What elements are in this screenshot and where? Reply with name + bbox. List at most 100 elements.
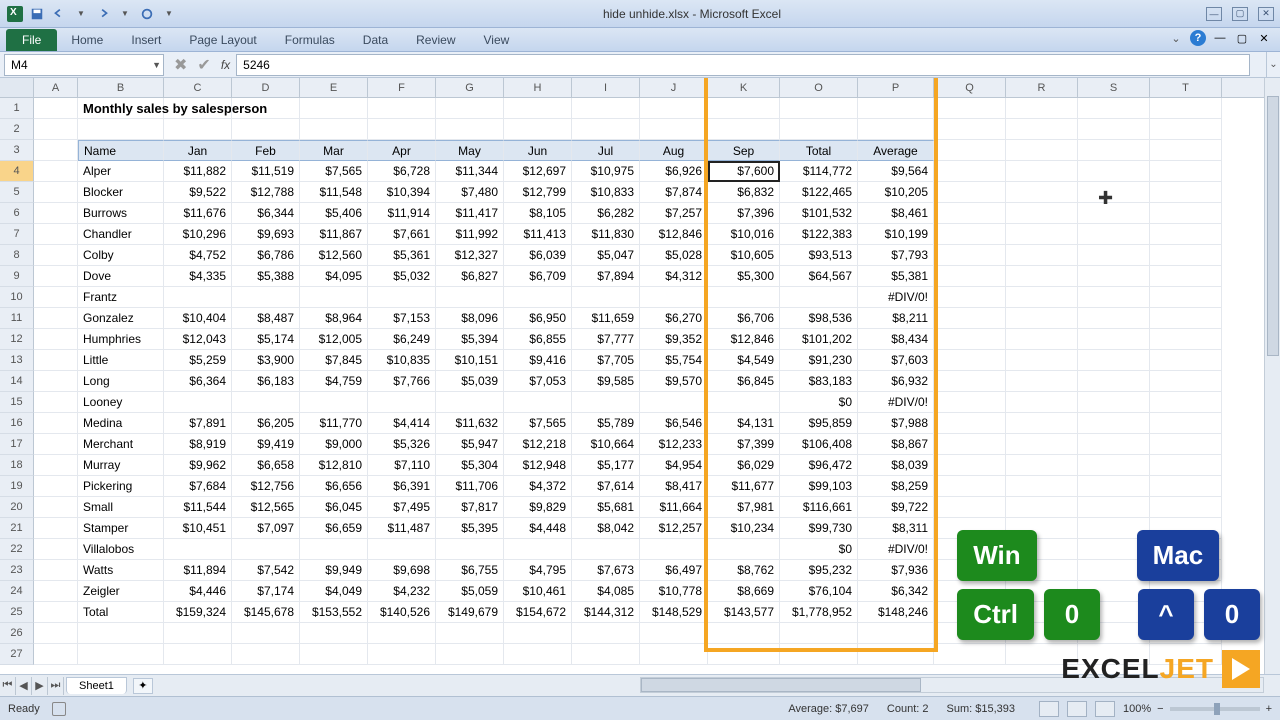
cell[interactable]: $7,399 <box>708 434 780 455</box>
qat-customize-icon[interactable]: ▼ <box>160 5 178 23</box>
cell[interactable]: $8,211 <box>858 308 934 329</box>
cell[interactable]: $9,564 <box>858 161 934 182</box>
cell[interactable]: $12,233 <box>640 434 708 455</box>
cell[interactable] <box>164 392 232 413</box>
column-header-G[interactable]: G <box>436 78 504 97</box>
cell[interactable] <box>232 644 300 665</box>
cell[interactable] <box>1078 308 1150 329</box>
cell[interactable]: $10,451 <box>164 518 232 539</box>
cell[interactable] <box>1150 203 1222 224</box>
cell[interactable]: $145,678 <box>232 602 300 623</box>
cell[interactable] <box>436 539 504 560</box>
table-header[interactable]: Aug <box>640 140 708 161</box>
column-header-S[interactable]: S <box>1078 78 1150 97</box>
redo-icon[interactable] <box>94 5 112 23</box>
cell[interactable] <box>708 392 780 413</box>
table-header[interactable]: Jul <box>572 140 640 161</box>
cell[interactable]: $6,932 <box>858 371 934 392</box>
cell[interactable] <box>1078 140 1150 161</box>
cell[interactable] <box>640 287 708 308</box>
cell[interactable] <box>34 224 78 245</box>
cell[interactable]: $10,234 <box>708 518 780 539</box>
cell[interactable]: Zeigler <box>78 581 164 602</box>
row-header-19[interactable]: 19 <box>0 476 34 497</box>
cell[interactable]: $6,845 <box>708 371 780 392</box>
minimize-ribbon-icon[interactable]: — <box>1212 30 1228 46</box>
cell[interactable]: $7,396 <box>708 203 780 224</box>
close-button[interactable]: ✕ <box>1258 7 1274 21</box>
table-header[interactable]: Mar <box>300 140 368 161</box>
cell[interactable] <box>34 266 78 287</box>
cell[interactable]: $11,867 <box>300 224 368 245</box>
cell[interactable] <box>1078 266 1150 287</box>
column-header-J[interactable]: J <box>640 78 708 97</box>
row-header-25[interactable]: 25 <box>0 602 34 623</box>
cell[interactable] <box>436 287 504 308</box>
cell[interactable]: $7,542 <box>232 560 300 581</box>
cell[interactable]: $143,577 <box>708 602 780 623</box>
table-header[interactable]: Feb <box>232 140 300 161</box>
row-header-15[interactable]: 15 <box>0 392 34 413</box>
cell[interactable] <box>1150 182 1222 203</box>
cell[interactable] <box>34 623 78 644</box>
cell[interactable]: $12,565 <box>232 497 300 518</box>
cell[interactable] <box>436 623 504 644</box>
cell[interactable]: $9,419 <box>232 434 300 455</box>
cell[interactable]: $7,705 <box>572 350 640 371</box>
cell[interactable]: $9,698 <box>368 560 436 581</box>
undo-dropdown-icon[interactable]: ▼ <box>72 5 90 23</box>
cell[interactable]: $8,105 <box>504 203 572 224</box>
cell[interactable] <box>1078 161 1150 182</box>
cell[interactable] <box>34 434 78 455</box>
close-workbook-icon[interactable]: ✕ <box>1256 30 1272 46</box>
row-header-14[interactable]: 14 <box>0 371 34 392</box>
cell[interactable]: $83,183 <box>780 371 858 392</box>
cell[interactable] <box>934 287 1006 308</box>
cell[interactable] <box>1150 497 1222 518</box>
cell[interactable]: $8,434 <box>858 329 934 350</box>
cell[interactable] <box>934 392 1006 413</box>
cell[interactable]: $11,830 <box>572 224 640 245</box>
cell[interactable] <box>1006 224 1078 245</box>
cell[interactable]: $7,874 <box>640 182 708 203</box>
cell[interactable] <box>1150 161 1222 182</box>
cell[interactable] <box>1006 203 1078 224</box>
page-layout-view-icon[interactable] <box>1067 701 1087 717</box>
table-header[interactable]: Name <box>78 140 164 161</box>
cell[interactable] <box>34 161 78 182</box>
minimize-button[interactable]: — <box>1206 7 1222 21</box>
cell[interactable] <box>934 413 1006 434</box>
cell[interactable]: Colby <box>78 245 164 266</box>
cell[interactable] <box>436 119 504 140</box>
cell[interactable] <box>1078 119 1150 140</box>
row-header-22[interactable]: 22 <box>0 539 34 560</box>
prev-sheet-icon[interactable]: ◀ <box>16 677 32 695</box>
cell[interactable] <box>934 161 1006 182</box>
cell[interactable]: $11,417 <box>436 203 504 224</box>
cell[interactable] <box>300 392 368 413</box>
cell[interactable] <box>34 413 78 434</box>
cell[interactable]: $7,766 <box>368 371 436 392</box>
cell[interactable] <box>368 539 436 560</box>
cell[interactable] <box>708 119 780 140</box>
cell[interactable] <box>78 644 164 665</box>
cell[interactable]: $12,005 <box>300 329 368 350</box>
cell[interactable] <box>34 392 78 413</box>
cell[interactable]: #DIV/0! <box>858 539 934 560</box>
cell[interactable]: $9,570 <box>640 371 708 392</box>
table-header[interactable]: Average <box>858 140 934 161</box>
cell[interactable]: $8,311 <box>858 518 934 539</box>
row-header-20[interactable]: 20 <box>0 497 34 518</box>
cell[interactable] <box>1150 140 1222 161</box>
cell[interactable] <box>78 623 164 644</box>
cell[interactable] <box>436 644 504 665</box>
cell[interactable]: $12,697 <box>504 161 572 182</box>
column-header-P[interactable]: P <box>858 78 934 97</box>
cell[interactable] <box>708 98 780 119</box>
cell[interactable]: $11,632 <box>436 413 504 434</box>
cell[interactable] <box>934 119 1006 140</box>
cell[interactable]: $6,855 <box>504 329 572 350</box>
tab-page-layout[interactable]: Page Layout <box>175 29 270 51</box>
cell[interactable] <box>1078 329 1150 350</box>
cell[interactable]: $11,677 <box>708 476 780 497</box>
